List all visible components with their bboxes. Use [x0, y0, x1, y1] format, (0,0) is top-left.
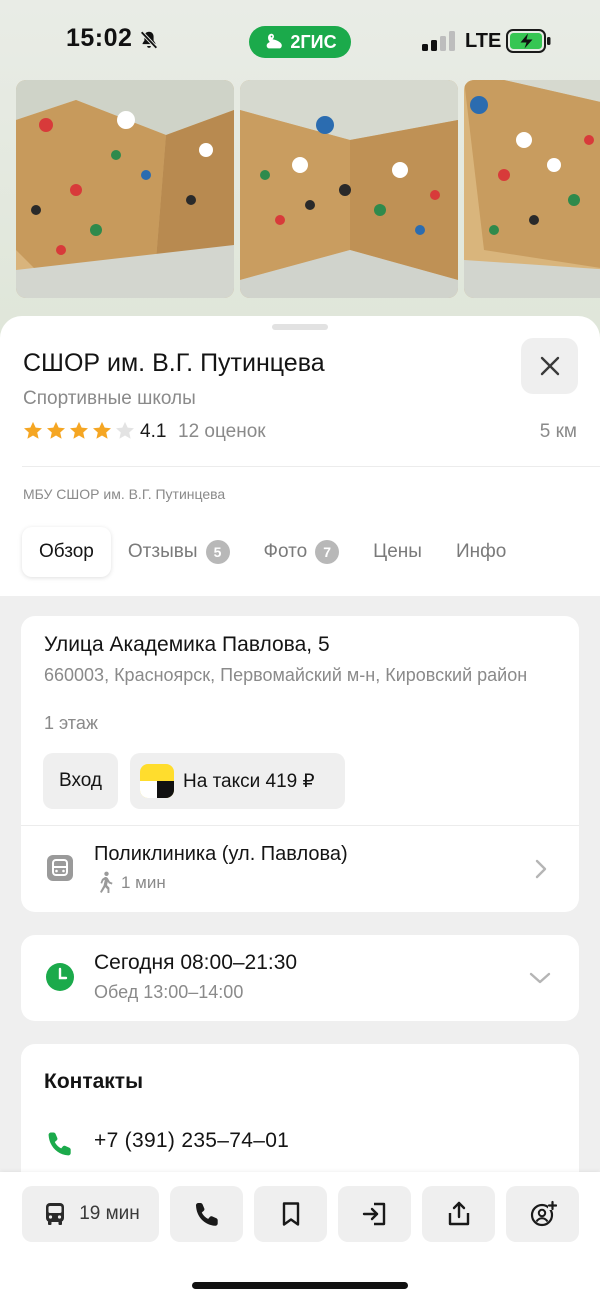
address-card: Улица Академика Павлова, 5 660003, Красн… [21, 616, 579, 912]
tab-label: Инфо [455, 541, 507, 562]
place-sheet: СШОР им. В.Г. Путинцева Спортивные школы… [0, 316, 600, 596]
bookmark-icon [282, 1202, 299, 1226]
hours-lunch: Обед 13:00–14:00 [94, 982, 244, 1002]
contacts-card: Контакты +7 (391) 235–74–01 [21, 1044, 579, 1174]
hours-card[interactable]: Сегодня 08:00–21:30 Обед 13:00–14:00 [21, 935, 579, 1021]
gallery-photo[interactable] [464, 80, 600, 298]
bottom-toolbar: 19 мин [0, 1172, 600, 1300]
star-icon [70, 421, 88, 439]
entrance-button[interactable]: Вход [43, 753, 118, 809]
star-icon [24, 421, 42, 439]
tab-reviews[interactable]: Отзывы 5 [111, 527, 247, 577]
bell-muted-icon [140, 30, 158, 50]
tab-prices[interactable]: Цены [356, 527, 439, 577]
chevron-right-icon[interactable] [531, 857, 551, 881]
battery-charging-icon [506, 29, 551, 53]
divider [21, 825, 579, 826]
tab-label: Фото [263, 541, 308, 562]
hours-today: Сегодня 08:00–21:30 [94, 951, 298, 974]
entrance-route-button[interactable] [338, 1186, 411, 1242]
bus-icon [46, 1203, 65, 1225]
share-icon [448, 1201, 469, 1226]
org-name: МБУ СШОР им. В.Г. Путинцева [23, 486, 226, 502]
tab-photos[interactable]: Фото 7 [247, 527, 357, 577]
brand-badge: 2ГИС [249, 26, 351, 58]
star-icon [47, 421, 65, 439]
phone-number[interactable]: +7 (391) 235–74–01 [94, 1129, 289, 1153]
add-friend-button[interactable] [506, 1186, 579, 1242]
photos-count-badge: 7 [315, 540, 340, 564]
tab-label: Цены [373, 541, 422, 562]
place-title: СШОР им. В.Г. Путинцева [23, 349, 325, 377]
close-icon [540, 356, 559, 376]
bookmark-button[interactable] [254, 1186, 327, 1242]
divider [22, 466, 600, 467]
route-button[interactable]: 19 мин [22, 1186, 159, 1242]
close-button[interactable] [521, 338, 578, 394]
gallery-photo[interactable] [16, 80, 234, 298]
home-indicator[interactable] [192, 1282, 408, 1289]
clock-icon [46, 963, 74, 991]
transit-stop-name[interactable]: Поликлиника (ул. Павлова) [94, 843, 348, 866]
rating-stars[interactable] [22, 420, 136, 442]
address-street[interactable]: Улица Академика Павлова, 5 [44, 633, 330, 657]
call-button[interactable] [170, 1186, 243, 1242]
network-type: LTE [465, 30, 502, 52]
gallery-photo[interactable] [240, 80, 458, 298]
status-bar: 15:02 2ГИС LTE [0, 0, 600, 80]
walk-time: 1 мин [121, 873, 166, 892]
share-button[interactable] [422, 1186, 495, 1242]
tab-bar: Обзор Отзывы 5 Фото 7 Цены Инфо [22, 526, 523, 578]
star-empty-icon [116, 421, 134, 439]
star-icon [93, 421, 111, 439]
status-time: 15:02 [66, 24, 133, 52]
address-floor: 1 этаж [44, 713, 98, 733]
contacts-title: Контакты [44, 1070, 144, 1093]
phone-icon [195, 1203, 218, 1226]
chevron-down-icon[interactable] [527, 968, 553, 988]
entrance-icon [362, 1202, 385, 1226]
rating-count[interactable]: 12 оценок [178, 421, 266, 443]
tab-label: Отзывы [127, 541, 198, 562]
signal-icon [422, 31, 455, 51]
reviews-count-badge: 5 [205, 540, 230, 564]
bus-stop-icon [47, 855, 73, 881]
address-details: 660003, Красноярск, Первомайский м-н, Ки… [44, 665, 528, 685]
distance: 5 км [539, 421, 577, 442]
add-friend-icon [530, 1200, 557, 1227]
taxi-button[interactable]: На такси 419 ₽ [130, 753, 345, 809]
taxi-label: На такси 419 ₽ [183, 770, 315, 792]
goose-logo-icon [267, 33, 283, 49]
place-category: Спортивные школы [23, 388, 196, 409]
sheet-grabber[interactable] [272, 324, 328, 330]
rating-value: 4.1 [140, 421, 167, 442]
brand-label: 2ГИС [290, 31, 337, 52]
yandex-taxi-icon [140, 764, 174, 798]
photo-gallery[interactable] [16, 80, 600, 300]
phone-icon [48, 1132, 71, 1156]
walk-icon [100, 871, 113, 893]
tab-label: Обзор [39, 541, 94, 562]
tab-overview[interactable]: Обзор [22, 527, 111, 577]
route-time: 19 мин [79, 1203, 140, 1224]
tab-info[interactable]: Инфо [439, 527, 523, 577]
